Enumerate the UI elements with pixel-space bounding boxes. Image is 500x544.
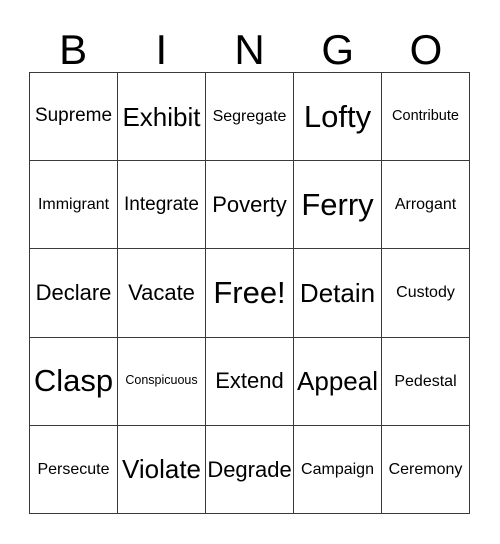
bingo-cell[interactable]: Immigrant: [30, 161, 118, 250]
bingo-cell-label: Exhibit: [122, 101, 201, 132]
bingo-cell[interactable]: Degrade: [206, 425, 294, 515]
bingo-cell-label: Declare: [35, 280, 112, 306]
bingo-cell-label: Lofty: [303, 98, 372, 134]
bingo-cell[interactable]: Integrate: [118, 161, 206, 250]
bingo-card: B I N G O Supreme Exhibit Segregate Loft…: [0, 0, 500, 544]
bingo-cell[interactable]: Declare: [30, 249, 118, 338]
bingo-cell-label: Violate: [121, 454, 202, 485]
bingo-row: Supreme Exhibit Segregate Lofty Contribu…: [30, 73, 470, 162]
bingo-cell-label: Custody: [396, 284, 455, 302]
bingo-cell-label: Segregate: [212, 107, 287, 125]
bingo-header-letter-n: N: [234, 26, 265, 73]
bingo-cell-label: Ceremony: [388, 460, 463, 478]
bingo-cell-label: Poverty: [212, 191, 287, 217]
bingo-cell-label: Pedestal: [394, 372, 457, 390]
bingo-cell-label: Free!: [213, 275, 286, 311]
bingo-header-letter-g: G: [321, 26, 355, 73]
bingo-cell[interactable]: Campaign: [294, 425, 382, 515]
bingo-cell[interactable]: Vacate: [118, 249, 206, 338]
bingo-cell[interactable]: Contribute: [382, 73, 470, 162]
bingo-header: B I N G O: [29, 14, 470, 72]
bingo-cell-label: Persecute: [37, 460, 110, 478]
bingo-cell[interactable]: Custody: [382, 249, 470, 338]
bingo-cell-label: Supreme: [34, 105, 113, 127]
bingo-cell[interactable]: Arrogant: [382, 161, 470, 250]
bingo-cell-label: Campaign: [301, 460, 374, 478]
bingo-cell-label: Clasp: [33, 363, 114, 399]
bingo-cell[interactable]: Persecute: [30, 425, 118, 515]
bingo-cell-label: Integrate: [124, 193, 199, 215]
bingo-cell[interactable]: Conspicuous: [118, 337, 206, 426]
bingo-header-letter-o: O: [409, 26, 443, 73]
bingo-cell-label: Detain: [299, 277, 376, 308]
bingo-cell-free[interactable]: Free!: [206, 249, 294, 338]
bingo-cell-label: Degrade: [207, 456, 292, 482]
bingo-cell[interactable]: Violate: [118, 425, 206, 515]
bingo-cell[interactable]: Segregate: [206, 73, 294, 162]
bingo-row: Persecute Violate Degrade Campaign Cerem…: [30, 425, 470, 515]
bingo-cell[interactable]: Clasp: [30, 337, 118, 426]
bingo-cell[interactable]: Lofty: [294, 73, 382, 162]
bingo-cell[interactable]: Pedestal: [382, 337, 470, 426]
bingo-cell-label: Arrogant: [394, 196, 457, 214]
bingo-grid: Supreme Exhibit Segregate Lofty Contribu…: [29, 72, 470, 515]
bingo-row: Declare Vacate Free! Detain Custody: [30, 249, 470, 338]
bingo-cell[interactable]: Exhibit: [118, 73, 206, 162]
bingo-cell[interactable]: Extend: [206, 337, 294, 426]
bingo-row: Clasp Conspicuous Extend Appeal Pedestal: [30, 337, 470, 426]
bingo-cell-label: Contribute: [392, 107, 459, 124]
bingo-cell-label: Appeal: [297, 366, 378, 397]
bingo-cell-label: Ferry: [301, 187, 374, 223]
bingo-cell-label: Vacate: [128, 280, 195, 306]
bingo-cell-label: Conspicuous: [125, 373, 198, 388]
bingo-cell[interactable]: Supreme: [30, 73, 118, 162]
bingo-cell-label: Extend: [215, 368, 284, 394]
bingo-cell-label: Immigrant: [37, 196, 110, 214]
bingo-cell[interactable]: Appeal: [294, 337, 382, 426]
bingo-cell[interactable]: Detain: [294, 249, 382, 338]
bingo-cell[interactable]: Poverty: [206, 161, 294, 250]
bingo-cell[interactable]: Ferry: [294, 161, 382, 250]
bingo-header-letter-b: B: [59, 26, 88, 73]
bingo-header-letter-i: I: [155, 26, 168, 73]
bingo-row: Immigrant Integrate Poverty Ferry Arroga…: [30, 161, 470, 250]
bingo-cell[interactable]: Ceremony: [382, 425, 470, 515]
